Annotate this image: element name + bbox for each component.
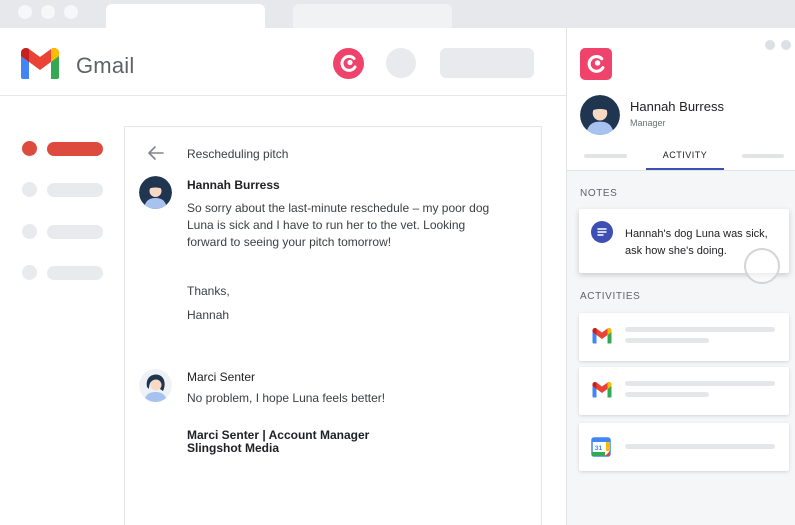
tab-activity-underline — [646, 168, 724, 170]
message-1-signoff: Hannah — [187, 308, 230, 322]
nav-item-4-dot[interactable] — [22, 265, 37, 280]
copper-launcher-button[interactable] — [333, 48, 364, 79]
google-calendar-icon: 31 — [591, 437, 611, 462]
activity-line-placeholder — [625, 392, 709, 397]
panel-close-dot[interactable] — [781, 40, 791, 50]
activity-item-calendar[interactable]: 31 — [579, 423, 789, 471]
gmail-wordmark: Gmail — [76, 53, 135, 78]
tab-placeholder-right[interactable] — [742, 154, 784, 158]
note-icon — [591, 221, 613, 243]
window-close-dot[interactable] — [18, 5, 32, 19]
window-maximize-dot[interactable] — [64, 5, 78, 19]
gmail-icon — [591, 327, 613, 350]
marci-avatar — [139, 369, 172, 402]
activity-line-placeholder — [625, 338, 709, 343]
nav-item-2-dot[interactable] — [22, 182, 37, 197]
activities-section-label: ACTIVITIES — [580, 291, 641, 302]
nav-item-inbox[interactable] — [47, 142, 103, 156]
gmail-header: Gmail — [0, 28, 566, 96]
activity-line-placeholder — [625, 444, 775, 449]
message-1-sender: Hannah Burress — [187, 178, 280, 192]
hannah-avatar — [139, 176, 172, 209]
message-1-closing: Thanks, — [187, 284, 230, 298]
activity-item-email-2[interactable] — [579, 367, 789, 415]
copper-logo-icon — [587, 54, 605, 73]
calendar-day: 31 — [595, 445, 603, 452]
nav-item-inbox-dot[interactable] — [22, 141, 37, 156]
nav-item-2[interactable] — [47, 183, 103, 197]
browser-chrome — [0, 0, 795, 28]
window-minimize-dot[interactable] — [41, 5, 55, 19]
account-avatar-placeholder[interactable] — [386, 48, 416, 78]
back-arrow-icon[interactable] — [147, 145, 165, 166]
message-2-signature-line-1: Marci Senter | Account Manager — [187, 428, 370, 442]
panel-header: Hannah Burress Manager ACTIVITY — [567, 28, 795, 171]
message-2-sender: Marci Senter — [187, 370, 256, 384]
tab-activity[interactable]: ACTIVITY — [647, 150, 723, 160]
nav-item-3-dot[interactable] — [22, 224, 37, 239]
browser-tab-active[interactable] — [106, 4, 265, 28]
message-1-body: So sorry about the last-minute reschedul… — [187, 201, 490, 249]
header-search-placeholder[interactable] — [440, 48, 534, 78]
gmail-icon — [591, 381, 613, 404]
copper-logo — [580, 48, 612, 80]
browser-tab-inactive[interactable] — [293, 4, 452, 28]
contact-avatar — [580, 95, 620, 135]
tab-placeholder-left[interactable] — [584, 154, 627, 158]
contact-name: Hannah Burress — [630, 99, 724, 114]
email-subject: Rescheduling pitch — [187, 147, 289, 161]
cursor-indicator — [744, 248, 780, 284]
notes-section-label: NOTES — [580, 188, 618, 199]
activity-item-email-1[interactable] — [579, 313, 789, 361]
activity-line-placeholder — [625, 381, 775, 386]
activity-line-placeholder — [625, 327, 775, 332]
contact-role: Manager — [630, 118, 666, 128]
message-2-signature-line-2: Slingshot Media — [187, 441, 280, 455]
message-2-body: No problem, I hope Luna feels better! — [187, 391, 386, 405]
gmail-logo-icon[interactable] — [18, 47, 62, 86]
panel-menu-dot[interactable] — [765, 40, 775, 50]
nav-item-3[interactable] — [47, 225, 103, 239]
nav-item-4[interactable] — [47, 266, 103, 280]
copper-logo-icon — [340, 54, 357, 72]
